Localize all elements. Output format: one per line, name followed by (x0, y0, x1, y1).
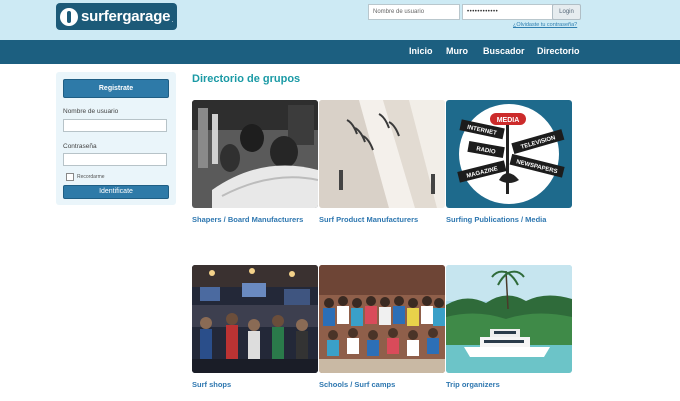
forgot-password-link[interactable]: ¿Olvidaste tu contraseña? (513, 22, 577, 28)
username-label: Nombre de usuario (63, 108, 119, 115)
group-image-media[interactable]: MEDIA INTERNET TELEVISION RADIO MAGAZINE… (446, 100, 572, 208)
remember-label: Recordarme (77, 174, 105, 180)
password-field[interactable] (63, 153, 167, 166)
top-bar: surfergarage . Nombre de usuario •••••••… (0, 0, 680, 40)
logo-text: surfergarage (81, 8, 171, 25)
group-title-surf-shops[interactable]: Surf shops (192, 380, 318, 391)
group-image-shapers[interactable] (192, 100, 318, 208)
header-password-input[interactable]: •••••••••••• (462, 4, 554, 20)
nav-item-buscador[interactable]: Buscador (483, 46, 525, 56)
username-field[interactable] (63, 119, 167, 132)
remember-checkbox[interactable] (66, 173, 74, 181)
group-title-surf-product-manufacturers[interactable]: Surf Product Manufacturers (319, 215, 445, 226)
register-button[interactable]: Registrate (63, 79, 169, 98)
group-title-trip-organizers[interactable]: Trip organizers (446, 380, 572, 391)
group-card-schools-surf-camps[interactable]: Schools / Surf camps (319, 265, 445, 391)
nav-item-directorio[interactable]: Directorio (537, 46, 580, 56)
group-title-schools-surf-camps[interactable]: Schools / Surf camps (319, 380, 445, 391)
site-logo[interactable]: surfergarage . (56, 3, 177, 30)
logo-suffix: . (171, 17, 174, 24)
group-image-trip-organizers[interactable] (446, 265, 572, 373)
group-card-trip-organizers[interactable]: Trip organizers (446, 265, 572, 391)
header-login-button[interactable]: Login (552, 4, 581, 20)
group-card-surf-shops[interactable]: Surf shops (192, 265, 318, 391)
nav-item-inicio[interactable]: Inicio (409, 46, 433, 56)
main-nav: Inicio Muro Buscador Directorio (0, 40, 680, 64)
page-title: Directorio de grupos (192, 73, 301, 85)
group-image-surf-shops[interactable] (192, 265, 318, 373)
header-username-input[interactable]: Nombre de usuario (368, 4, 460, 20)
group-card-surfing-publications-media[interactable]: MEDIA INTERNET TELEVISION RADIO MAGAZINE… (446, 100, 572, 226)
sidebar-login-panel: Registrate Nombre de usuario Contraseña … (56, 72, 176, 205)
group-image-schools-surf-camps[interactable] (319, 265, 445, 373)
surfboard-logo-icon (60, 7, 78, 26)
group-image-surf-product-manufacturers[interactable] (319, 100, 445, 208)
group-card-surf-product-manufacturers[interactable]: Surf Product Manufacturers (319, 100, 445, 226)
nav-item-muro[interactable]: Muro (446, 46, 468, 56)
group-card-shapers[interactable]: Shapers / Board Manufacturers (192, 100, 318, 226)
password-label: Contraseña (63, 143, 97, 150)
identify-button[interactable]: Identificate (63, 185, 169, 199)
group-title-shapers[interactable]: Shapers / Board Manufacturers (192, 215, 318, 226)
group-title-surfing-publications-media[interactable]: Surfing Publications / Media (446, 215, 572, 226)
media-sign-header: MEDIA (497, 117, 520, 124)
